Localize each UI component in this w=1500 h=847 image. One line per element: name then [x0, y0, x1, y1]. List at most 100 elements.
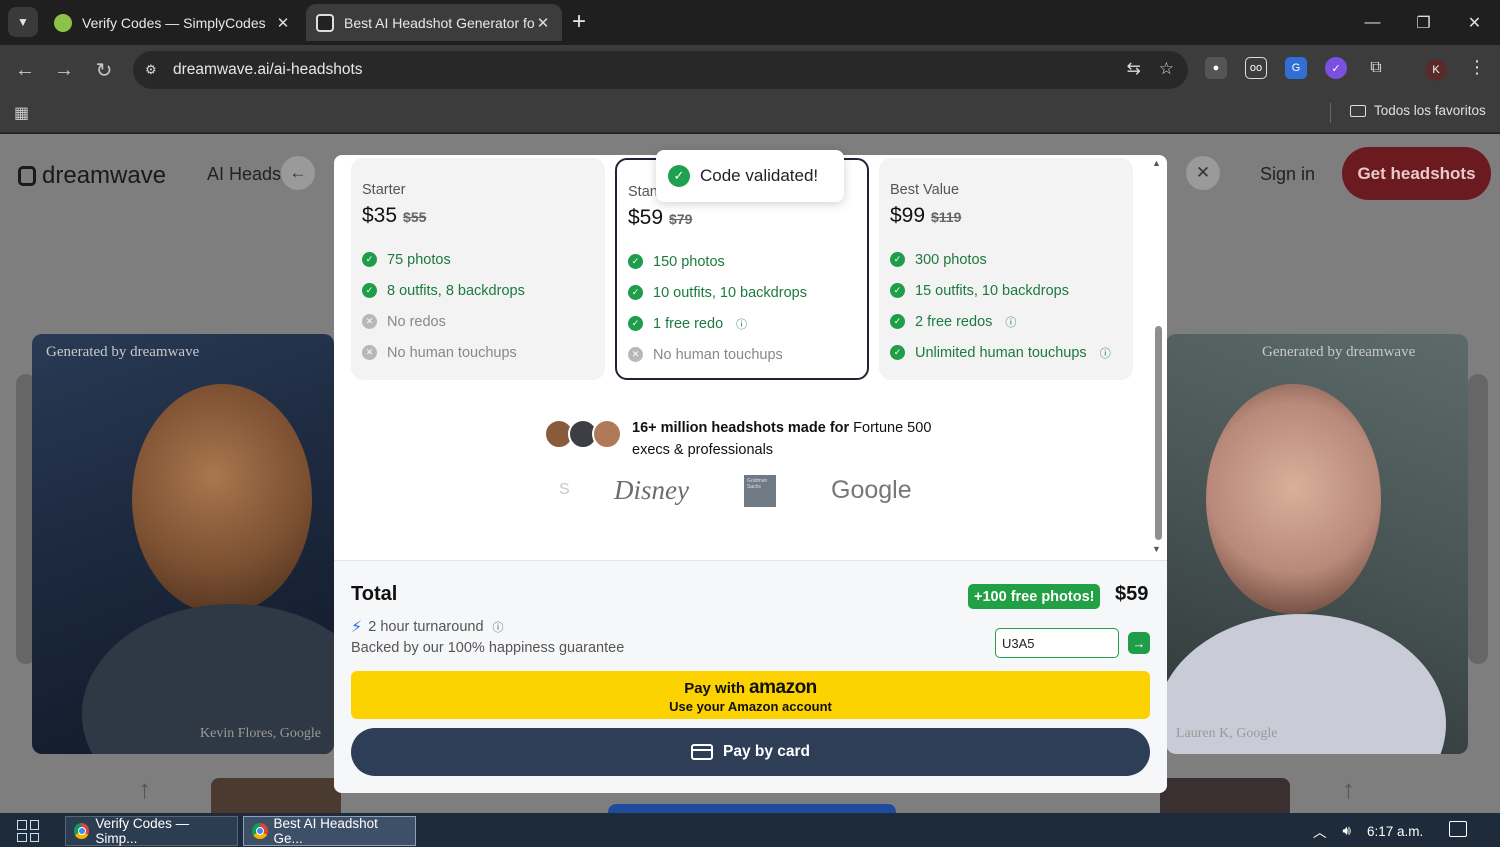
feature-text: 10 outfits, 10 backdrops: [653, 284, 807, 301]
reader-extension-icon[interactable]: oo: [1245, 57, 1267, 79]
new-tab-button[interactable]: +: [572, 8, 586, 36]
headshot-card-kevin: Generated by dreamwave Kevin Flores, Goo…: [32, 334, 334, 754]
apps-grid-icon[interactable]: ▦: [14, 103, 29, 123]
social-proof: 16+ million headshots made for Fortune 5…: [544, 417, 932, 461]
scroll-up-arrow-icon[interactable]: ▲: [1152, 158, 1161, 168]
x-circle-icon: ✕: [362, 345, 377, 360]
tab-search-button[interactable]: ▼: [8, 7, 38, 37]
chrome-icon: [74, 823, 90, 839]
plan-name: Starter: [362, 182, 406, 198]
check-icon: ✓: [890, 252, 905, 267]
modal-scrollbar[interactable]: ▲ ▼: [1152, 158, 1164, 556]
get-headshots-button[interactable]: Get headshots: [1342, 147, 1491, 200]
translate-icon[interactable]: ⇆: [1127, 59, 1141, 79]
puzzle-icon[interactable]: ⧉: [1365, 57, 1387, 79]
feature-text: 1 free redo: [653, 315, 724, 332]
feature-item: ✓ 300 photos: [890, 244, 1122, 275]
close-icon[interactable]: ✕: [1186, 156, 1220, 190]
reload-icon[interactable]: ↻: [91, 57, 117, 83]
window-controls: — ❐ ✕: [1347, 0, 1500, 45]
promo-code-input[interactable]: [995, 628, 1119, 658]
site-settings-icon[interactable]: ⚙: [145, 62, 163, 78]
feature-item: ✓ 2 free redos ⓘ: [890, 306, 1122, 337]
info-icon[interactable]: ⓘ: [1005, 314, 1016, 330]
profile-avatar[interactable]: K: [1425, 59, 1447, 81]
pay-by-card-button[interactable]: Pay by card: [351, 728, 1150, 776]
simplycodes-extension-icon[interactable]: ✓: [1325, 57, 1347, 79]
scrollbar-thumb[interactable]: [1155, 326, 1162, 540]
feature-text: 15 outfits, 10 backdrops: [915, 282, 1069, 299]
feature-text: Unlimited human touchups: [915, 344, 1087, 361]
folder-icon: [1350, 104, 1366, 117]
arrow-right-icon: →: [1132, 635, 1146, 651]
close-icon[interactable]: ✕: [274, 14, 292, 32]
logo-partial: S: [559, 481, 570, 498]
taskbar-item-verify-codes[interactable]: Verify Codes — Simp...: [65, 816, 238, 846]
extensions-area: ● oo G ✓ ⧉: [1205, 57, 1387, 79]
taskbar-item-dreamwave[interactable]: Best AI Headshot Ge...: [243, 816, 416, 846]
goldman-sachs-logo: Goldman Sachs: [744, 475, 776, 507]
photo-caption: Lauren K, Google: [1176, 726, 1278, 741]
notification-icon[interactable]: [1449, 821, 1467, 837]
url-text: dreamwave.ai/ai-headshots: [173, 61, 363, 78]
chevron-up-icon[interactable]: ︿: [1313, 821, 1327, 841]
translate-extension-icon[interactable]: G: [1285, 57, 1307, 79]
volume-icon[interactable]: 🔊︎: [1343, 823, 1352, 839]
all-bookmarks-folder[interactable]: Todos los favoritos: [1350, 103, 1486, 118]
feature-item: ✓ 75 photos: [362, 244, 594, 275]
feature-text: 300 photos: [915, 251, 987, 268]
check-circle-icon: ✓: [668, 165, 690, 187]
sign-in-link[interactable]: Sign in: [1260, 164, 1315, 185]
guarantee-text: Backed by our 100% happiness guarantee: [351, 640, 625, 656]
forward-arrow-icon[interactable]: →: [51, 57, 77, 83]
scroll-down-arrow-icon[interactable]: ▼: [1152, 544, 1161, 554]
toast-text: Code validated!: [700, 166, 819, 185]
back-arrow-icon[interactable]: ←: [12, 57, 38, 83]
system-tray: ︿ 🔊︎ 6:17 a.m.: [1313, 821, 1423, 841]
dreamwave-logo[interactable]: dreamwave: [18, 162, 166, 190]
headshot-photo: [132, 384, 312, 614]
info-icon[interactable]: ⓘ: [1100, 345, 1111, 361]
windows-taskbar: Verify Codes — Simp... Best AI Headshot …: [0, 813, 1500, 847]
feature-item: ✕ No redos: [362, 306, 594, 337]
restore-icon[interactable]: ❐: [1398, 0, 1449, 45]
nav-ai-headshots[interactable]: AI Heads: [207, 164, 281, 185]
headshot-card-lauren: Generated by dreamwave Lauren K, Google: [1166, 334, 1468, 754]
feature-item: ✓ Unlimited human touchups ⓘ: [890, 337, 1122, 368]
plan-card-best-value[interactable]: Best Value $99 $119 ✓ 300 photos ✓ 15 outf…: [879, 158, 1133, 380]
bookmark-star-icon[interactable]: ☆: [1159, 59, 1174, 79]
address-bar[interactable]: ⚙ dreamwave.ai/ai-headshots ⇆ ☆: [133, 51, 1188, 89]
amazon-subtext: Use your Amazon account: [669, 698, 832, 714]
close-icon[interactable]: ✕: [534, 14, 552, 32]
back-arrow-icon[interactable]: ←: [281, 156, 315, 190]
apply-code-button[interactable]: →: [1128, 632, 1150, 654]
info-icon[interactable]: ⓘ: [736, 316, 747, 332]
check-icon: ✓: [628, 316, 643, 331]
logo-text: dreamwave: [42, 162, 167, 189]
arrow-up-icon: ↑: [1342, 774, 1355, 804]
browser-tab-dreamwave[interactable]: Best AI Headshot Generator for ✕: [306, 4, 562, 41]
extension-icon[interactable]: ●: [1205, 57, 1227, 79]
plan-price: $59: [628, 206, 664, 229]
pay-with-amazon-button[interactable]: Pay with amazon Use your Amazon account: [351, 671, 1150, 719]
logo-mark-icon: [18, 166, 36, 186]
thumbnail: [211, 778, 341, 813]
turnaround-info: ⚡ 2 hour turnaround ⓘ: [351, 617, 504, 637]
feature-item: ✓ 1 free redo ⓘ: [628, 308, 856, 339]
dreamwave-favicon-icon: [316, 13, 334, 32]
browser-tab-verify-codes[interactable]: Verify Codes — SimplyCodes ✕: [44, 4, 302, 41]
more-menu-icon[interactable]: ⋮: [1468, 57, 1486, 78]
info-icon[interactable]: ⓘ: [493, 619, 504, 635]
lightning-icon: ⚡: [351, 619, 363, 636]
start-menu-icon[interactable]: [17, 820, 39, 842]
headshot-photo: [1206, 384, 1381, 614]
clock[interactable]: 6:17 a.m.: [1367, 824, 1423, 839]
minimize-icon[interactable]: —: [1347, 0, 1398, 45]
close-window-icon[interactable]: ✕: [1449, 0, 1500, 45]
avatar: [592, 419, 622, 449]
feature-text: 8 outfits, 8 backdrops: [387, 282, 525, 299]
carousel-card-edge: [1468, 374, 1488, 664]
x-circle-icon: ✕: [628, 347, 643, 362]
plan-card-starter[interactable]: Starter $35 $55 ✓ 75 photos ✓ 8 outfits, 8…: [351, 158, 605, 380]
amazon-logo: amazon: [749, 676, 817, 698]
